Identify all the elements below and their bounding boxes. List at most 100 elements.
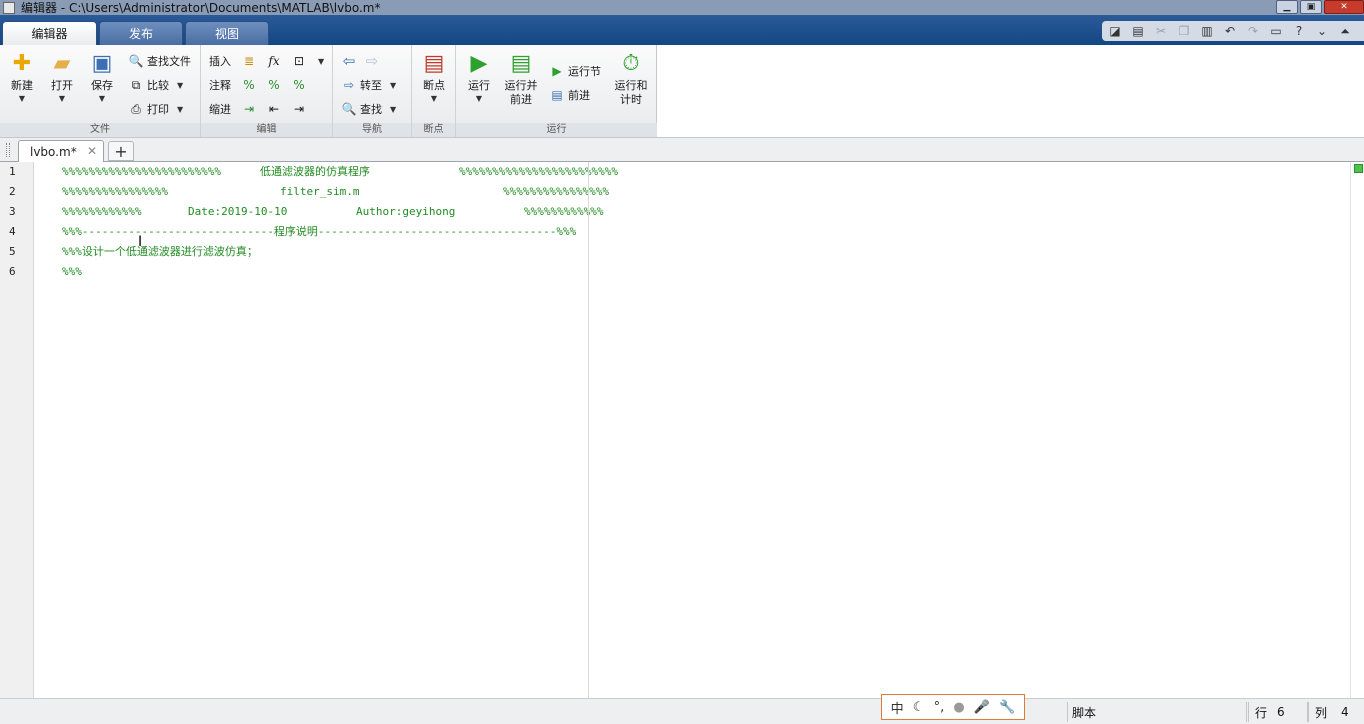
code-line[interactable]: %%%%%%%%%%%%%%%% filter_sim.m %%%%%%%%%%…	[62, 182, 609, 202]
layout-icon[interactable]: ◪	[1105, 23, 1125, 39]
save-icon[interactable]: ▤	[1128, 23, 1148, 39]
advance-button[interactable]: ▤ 前进	[549, 85, 590, 105]
switch-windows-icon[interactable]: ▭	[1266, 23, 1286, 39]
run-section-icon: ▶	[552, 64, 562, 78]
group-navigate: ⇦ ⇨ ⇨ 转至 ▼ 🔍 查找 ▼ 导航	[333, 45, 412, 137]
user-icon[interactable]: ●	[953, 700, 964, 715]
chevron-down-icon[interactable]: ⌄	[1312, 23, 1332, 39]
function-hint-icon[interactable]: ⊡	[291, 53, 307, 69]
compare-button[interactable]: ⧉ 比较 ▼	[128, 75, 183, 95]
microphone-icon[interactable]: 🎤	[974, 700, 990, 715]
undo-icon[interactable]: ↶	[1220, 23, 1240, 39]
comment-icon[interactable]: %	[241, 77, 257, 93]
history-row: ⇦ ⇨	[341, 51, 383, 71]
code-line[interactable]: %%%设计一个低通滤波器进行滤波仿真；	[62, 242, 362, 262]
moon-icon[interactable]: ☾	[913, 700, 925, 715]
run-section-button[interactable]: ▶ 运行节	[549, 61, 601, 81]
line-label: 行	[1255, 705, 1268, 720]
close-tab-icon[interactable]: ✕	[87, 144, 97, 158]
goto-label: 转至	[360, 79, 382, 92]
comment-label: 注释	[209, 79, 231, 92]
tab-view[interactable]: 视图	[185, 21, 269, 45]
chevron-down-icon: ▼	[177, 80, 184, 90]
ribbon-tab-strip: 编辑器 发布 视图 ◪ ▤ ✂ ❐ ▥ ↶ ↷ ▭ ? ⌄ ⏶	[0, 15, 1364, 45]
help-icon[interactable]: ?	[1289, 23, 1309, 39]
comment-text: 低通滤波器的仿真程序	[260, 165, 370, 178]
goto-button[interactable]: ⇨ 转至 ▼	[341, 75, 396, 95]
close-icon[interactable]: ✕	[1324, 0, 1364, 14]
play-icon: ▶	[470, 50, 488, 76]
find-button[interactable]: 🔍 查找 ▼	[341, 99, 397, 119]
group-edit-label: 编辑	[201, 123, 332, 137]
window-title: 编辑器 - C:\Users\Administrator\Documents\M…	[21, 1, 381, 15]
run-and-time-button[interactable]: ⏱ 运行和 计时	[612, 50, 650, 116]
group-run-label: 运行	[456, 123, 657, 137]
maximize-icon[interactable]: ▣	[1300, 0, 1322, 14]
comment-text: filter_sim.m	[280, 185, 360, 198]
save-button[interactable]: ▣ 保存 ▼	[84, 50, 120, 116]
forward-arrow-icon[interactable]: ⇨	[364, 52, 380, 70]
tab-editor[interactable]: 编辑器	[2, 21, 97, 45]
group-file-label: 文件	[0, 123, 200, 137]
document-tab[interactable]: lvbo.m* ✕	[18, 140, 104, 162]
decrease-indent-icon[interactable]: ⇤	[266, 101, 282, 117]
back-arrow-icon[interactable]: ⇦	[341, 52, 357, 70]
open-button[interactable]: ▰ 打开 ▼	[44, 50, 80, 116]
run-button[interactable]: ▶ 运行 ▼	[461, 50, 497, 116]
window-controls: ▁ ▣ ✕	[1274, 0, 1364, 15]
column-label: 列	[1315, 705, 1328, 720]
chevron-down-icon: ▼	[177, 104, 184, 114]
new-button[interactable]: ✚ 新建 ▼	[4, 50, 40, 116]
line-number-gutter: 1 2 3 4 5 6	[0, 162, 34, 698]
title-bar: 编辑器 - C:\Users\Administrator\Documents\M…	[0, 0, 1364, 15]
chevron-down-icon[interactable]: ▼	[318, 57, 324, 66]
open-label: 打开	[51, 79, 73, 92]
minimize-icon[interactable]: ▁	[1276, 0, 1298, 14]
advance-icon: ▤	[551, 88, 563, 102]
code-editor[interactable]: 1 2 3 4 5 6 %%%%%%%%%%%%%%%%%%%%%%%% 低通滤…	[0, 162, 1364, 698]
code-line[interactable]: %%%%%%%%%%%%%%%%%%%%%%%% 低通滤波器的仿真程序 %%%%…	[62, 162, 618, 182]
plus-icon: ✚	[12, 50, 32, 76]
ribbon-body: ✚ 新建 ▼ ▰ 打开 ▼ ▣ 保存 ▼ 🔍 查找文件 ⧉ 比较 ▼ ⎙ 打印 …	[0, 45, 657, 137]
print-button[interactable]: ⎙ 打印 ▼	[128, 99, 183, 119]
group-run: ▶ 运行 ▼ ▤ 运行并 前进 ▶ 运行节 ▤ 前进 ⏱ 运行和 计时 运行	[456, 45, 657, 137]
redo-icon[interactable]: ↷	[1243, 23, 1263, 39]
ime-toolbar: 中 ☾ °, ● 🎤 🔧	[881, 694, 1025, 720]
find-files-button[interactable]: 🔍 查找文件	[128, 51, 191, 71]
paste-icon[interactable]: ▥	[1197, 23, 1217, 39]
uncomment-icon[interactable]: %	[266, 77, 282, 93]
wrap-comments-icon[interactable]: %	[291, 77, 307, 93]
increase-indent-icon[interactable]: ⇥	[291, 101, 307, 117]
tab-publish-label: 发布	[128, 27, 153, 41]
search-icon: 🔍	[341, 102, 357, 116]
collapse-ribbon-icon[interactable]: ⏶	[1335, 23, 1355, 39]
cut-icon[interactable]: ✂	[1151, 23, 1171, 39]
column-value: 4	[1341, 705, 1349, 719]
smart-indent-icon[interactable]: ⇥	[241, 101, 257, 117]
new-tab-button[interactable]: +	[108, 141, 134, 161]
wrench-icon[interactable]: 🔧	[999, 700, 1015, 715]
advance-label: 前进	[568, 89, 590, 102]
run-and-advance-button[interactable]: ▤ 运行并 前进	[502, 50, 540, 116]
fx-icon[interactable]: fx	[266, 53, 282, 69]
new-label: 新建	[11, 79, 33, 92]
tab-publish[interactable]: 发布	[99, 21, 183, 45]
vertical-scrollbar[interactable]	[1350, 162, 1364, 698]
code-line[interactable]: %%%%%%%%%%%% Date:2019-10-10 Author:geyi…	[62, 202, 603, 222]
breakpoints-button[interactable]: ▤ 断点 ▼	[416, 50, 452, 116]
app-icon	[3, 1, 15, 14]
punctuation-icon[interactable]: °,	[934, 700, 945, 715]
group-edit: 插入 ≣ fx ⊡ ▼ 注释 % % % 缩进 ⇥ ⇤ ⇥ 编辑	[201, 45, 333, 137]
copy-icon[interactable]: ❐	[1174, 23, 1194, 39]
code-line[interactable]: %%%	[62, 262, 122, 282]
line-number: 1	[9, 165, 16, 178]
code-analyzer-status-icon[interactable]	[1354, 164, 1363, 173]
comment-text: %%%%%%%%%%%%%%%%%%%%%%%%	[62, 165, 221, 178]
find-files-icon: 🔍	[128, 54, 144, 68]
drag-grip-icon[interactable]	[6, 143, 10, 157]
line-indicator: 行 6	[1248, 702, 1308, 722]
insert-section-icon[interactable]: ≣	[241, 53, 257, 69]
printer-icon: ⎙	[131, 101, 141, 116]
ime-mode-indicator[interactable]: 中	[891, 698, 904, 717]
column-indicator: 列 4	[1308, 702, 1362, 722]
